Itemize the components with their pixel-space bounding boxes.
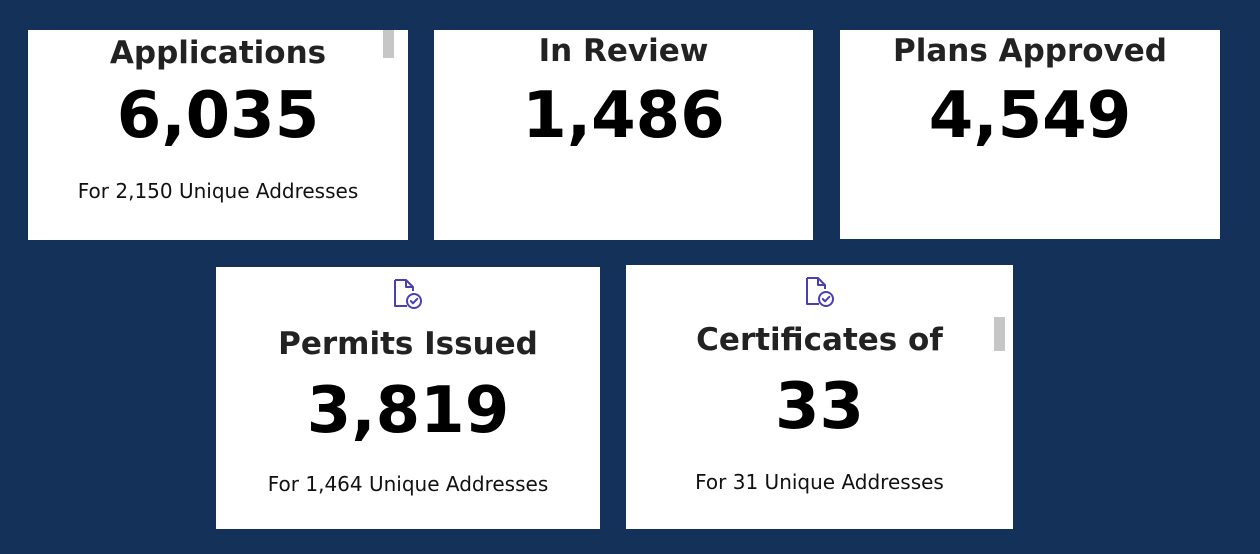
card-value: 4,549 bbox=[928, 79, 1132, 153]
kpi-card-applications: Applications 6,035 For 2,150 Unique Addr… bbox=[28, 30, 408, 240]
document-check-icon bbox=[394, 279, 422, 309]
card-value: 33 bbox=[774, 370, 865, 444]
scrollbar-thumb[interactable] bbox=[383, 30, 394, 58]
kpi-card-in-review: In Review 1,486 bbox=[434, 30, 813, 240]
kpi-card-permits-issued: Permits Issued 3,819 For 1,464 Unique Ad… bbox=[216, 267, 600, 529]
kpi-card-plans-approved: Plans Approved 4,549 bbox=[840, 30, 1220, 239]
card-subtitle: For 31 Unique Addresses bbox=[695, 470, 944, 494]
card-subtitle: For 1,464 Unique Addresses bbox=[267, 472, 549, 496]
card-value: 1,486 bbox=[522, 79, 725, 153]
card-value: 6,035 bbox=[116, 79, 320, 153]
document-check-icon bbox=[806, 277, 834, 307]
card-subtitle: For 2,150 Unique Addresses bbox=[77, 179, 359, 203]
card-title: Certificates of bbox=[696, 322, 943, 358]
scrollbar-thumb[interactable] bbox=[994, 317, 1005, 351]
kpi-card-certificates: Certificates of 33 For 31 Unique Address… bbox=[626, 265, 1013, 529]
card-title: Permits Issued bbox=[278, 326, 538, 362]
card-title: Plans Approved bbox=[893, 33, 1167, 69]
card-title: Applications bbox=[109, 35, 327, 71]
card-value: 3,819 bbox=[306, 374, 510, 448]
card-title: In Review bbox=[538, 33, 709, 69]
